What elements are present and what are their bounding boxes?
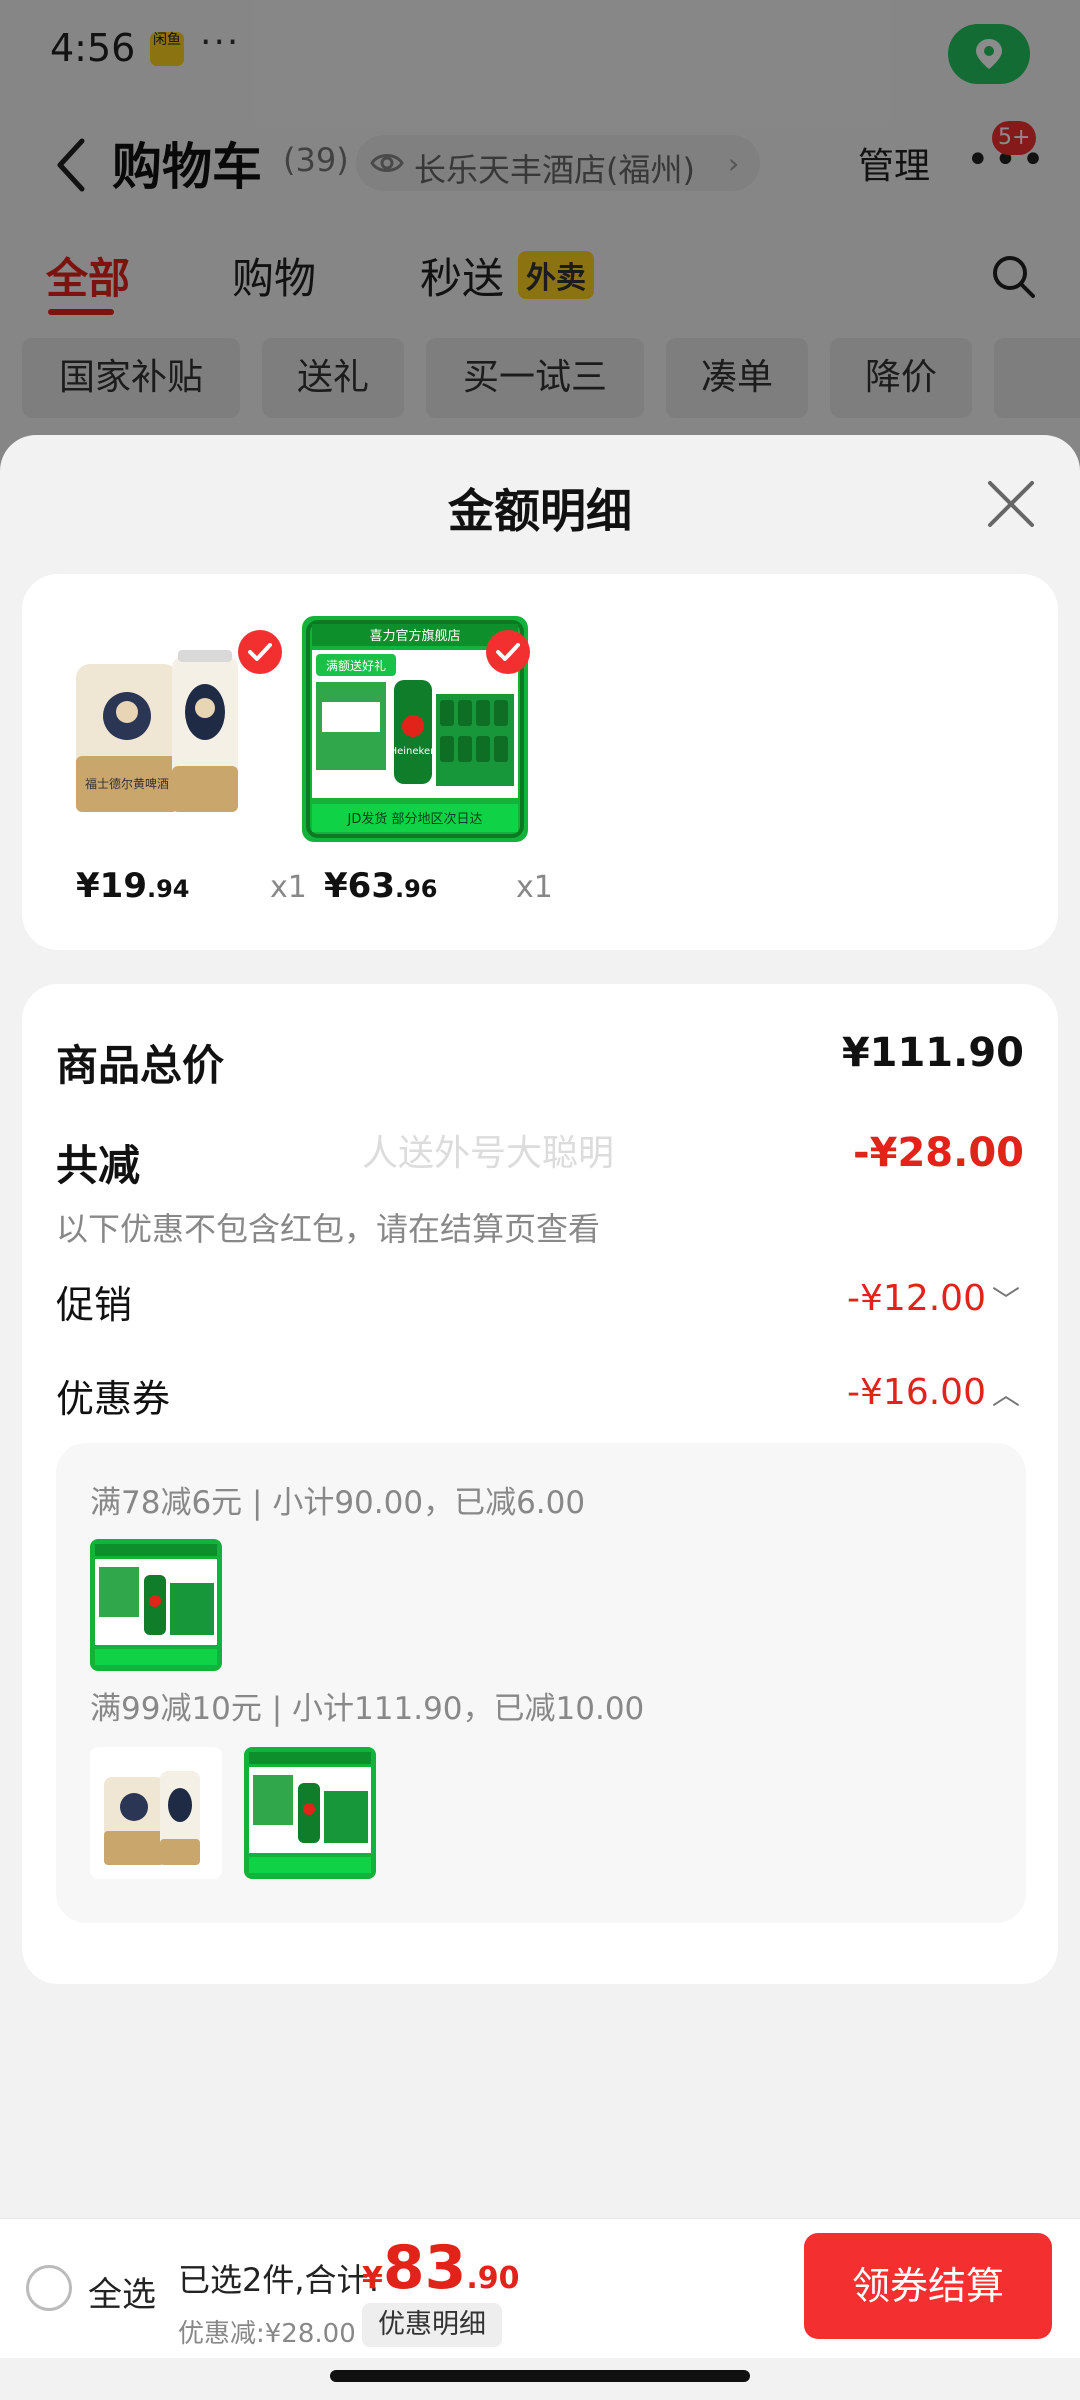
coupon-breakdown: 满78减6元 | 小计90.00，已减6.00 满99减10元 | 小计111.… [56,1443,1026,1923]
discount-saved: 优惠减:¥28.00 [178,2319,356,2349]
discount-note: 以下优惠不包含红包，请在结算页查看 [56,1210,601,1248]
price-detail-card: 商品总价 ¥111.90 人送外号大聪明 共减 -¥28.00 以下优惠不包含红… [22,984,1058,1984]
select-all-radio[interactable] [26,2265,72,2311]
coupon-product-thumb[interactable] [90,1539,222,1671]
coupon-product-thumb[interactable] [244,1747,376,1879]
close-icon[interactable] [986,479,1036,529]
amount-detail-sheet: 金额明细 福士德尔黄啤酒 ¥19.94 x1 喜力官方旗舰店 满额送好礼 Hei… [0,435,1080,2400]
total-reduction-value: -¥28.00 [853,1130,1024,1176]
total-price-value: ¥111.90 [841,1030,1024,1076]
product-item[interactable]: 喜力官方旗舰店 满额送好礼 Heineken JD发货 部分地区次日达 ¥63.… [290,616,553,916]
product-price: ¥19.94 [76,866,190,906]
coupon-rule-line: 满78减6元 | 小计90.00，已减6.00 [90,1485,586,1521]
checkout-bar: 全选 已选2件,合计: ¥83.90 优惠减:¥28.00 优惠明细 领券结算 [0,2218,1080,2358]
footer-text: JD发货 部分地区次日达 [347,811,483,827]
coupon-value[interactable]: -¥16.00 ︿ [847,1372,1020,1413]
promotion-value[interactable]: -¥12.00 ﹀ [847,1278,1020,1319]
selected-check-icon [486,630,530,674]
chevron-up-icon: ︿ [991,1378,1020,1411]
chevron-down-icon: ﹀ [991,1284,1020,1317]
coupon-product-thumb[interactable] [90,1747,222,1879]
selected-summary: 已选2件,合计: [178,2261,380,2299]
promotion-label[interactable]: 促销 [56,1274,132,1329]
home-indicator[interactable] [330,2370,750,2382]
coupon-label[interactable]: 优惠券 [56,1368,170,1423]
coupon-rule-line: 满99减10元 | 小计111.90，已减10.00 [90,1691,645,1727]
discount-detail-button[interactable]: 优惠明细 [362,2303,502,2347]
promo-banner-text: 满额送好礼 [326,658,386,673]
product-item[interactable]: 福士德尔黄啤酒 ¥19.94 x1 [42,616,307,916]
selected-check-icon [238,630,282,674]
sheet-title: 金额明细 [448,484,632,538]
checkout-button[interactable]: 领券结算 [804,2233,1052,2339]
product-quantity: x1 [516,870,553,905]
brand-logo-text: Heineken [390,746,437,757]
selected-products-card: 福士德尔黄啤酒 ¥19.94 x1 喜力官方旗舰店 满额送好礼 Heineken… [22,574,1058,950]
brand-bar-text: 喜力官方旗舰店 [369,628,460,644]
watermark-text: 人送外号大聪明 [362,1133,615,1174]
product-price: ¥63.96 [324,866,438,906]
total-price-label: 商品总价 [56,1041,225,1090]
select-all-label[interactable]: 全选 [88,2267,156,2316]
can-label-text: 福士德尔黄啤酒 [85,776,169,791]
total-reduction-label: 共减 [56,1141,141,1190]
grand-total: ¥83.90 [362,2233,520,2303]
